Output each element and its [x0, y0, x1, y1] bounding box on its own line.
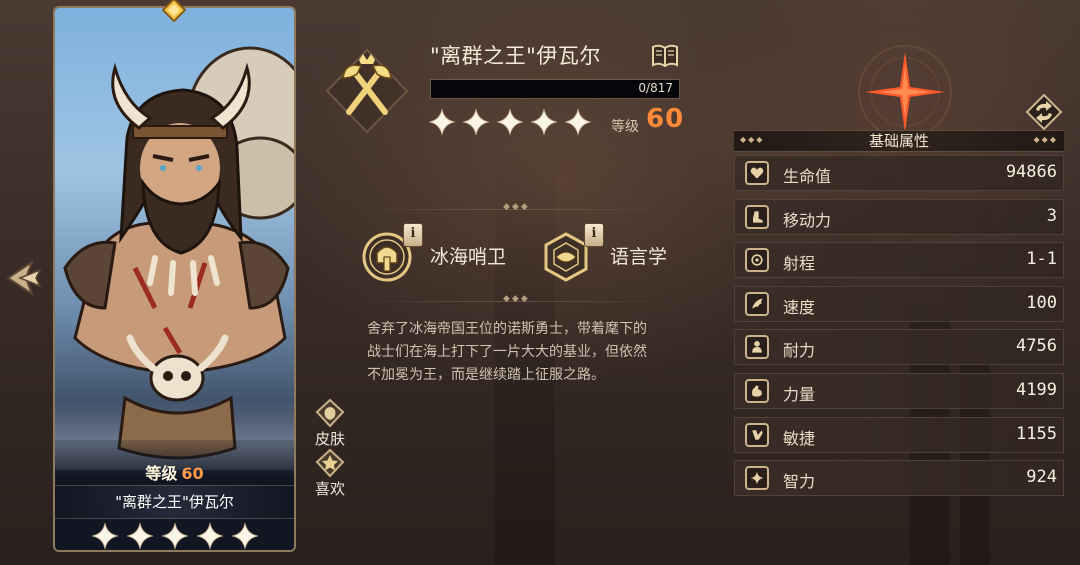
hero-level-value: 60 [646, 104, 685, 134]
experience-text: 0/817 [638, 81, 673, 95]
stat-value: 1-1 [1026, 249, 1057, 270]
wing-icon [745, 291, 769, 316]
stat-row: 力量 4199 [734, 373, 1064, 409]
skill-label: 冰海哨卫 [430, 246, 507, 268]
skin-bag-icon [315, 398, 345, 428]
card-hero-name: "离群之王"伊瓦尔 [55, 485, 294, 519]
stat-label: 移动力 [783, 210, 832, 230]
divider-ornament: ◆◆◆ [503, 202, 530, 212]
stats-header: ◆◆◆ 基础属性 ◆◆◆ [734, 130, 1064, 152]
stats-title: 基础属性 [868, 132, 929, 150]
heart-icon [745, 161, 769, 185]
stat-value: 94866 [1005, 162, 1057, 182]
like-button[interactable]: 喜欢 [310, 448, 350, 499]
stat-value: 100 [1026, 292, 1057, 313]
skill-info-button[interactable]: i [403, 223, 423, 247]
stat-value: 3 [1046, 205, 1057, 226]
stat-label: 敏捷 [783, 428, 816, 448]
star-icon [161, 522, 188, 550]
crossed-axes-icon [325, 48, 409, 134]
stat-value: 4756 [1016, 336, 1057, 357]
stat-label: 耐力 [783, 341, 816, 361]
star-like-icon [315, 448, 345, 478]
hero-title: "离群之王"伊瓦尔 [430, 44, 601, 68]
stat-value: 4199 [1016, 380, 1057, 400]
star-icon [126, 522, 153, 550]
star-icon [530, 108, 558, 136]
hero-stars [428, 108, 592, 136]
arm-icon [745, 379, 769, 403]
star-icon [564, 108, 592, 136]
header-ornament: ◆◆◆ [1033, 135, 1058, 144]
star-icon [496, 108, 524, 136]
hero-description: 舍弃了冰海帝国王位的诺斯勇士，带着麾下的战士们在海上打下了一片大大的基业，但依然… [367, 321, 647, 383]
star-icon [428, 108, 456, 136]
diamond-gem-icon [162, 0, 186, 22]
star-icon [462, 108, 490, 136]
stat-row: 智力 924 [734, 460, 1064, 497]
hero-portrait [63, 46, 294, 460]
stat-label: 速度 [783, 297, 816, 317]
sparkle-icon [745, 466, 769, 491]
previous-hero-arrow-icon[interactable] [6, 258, 42, 298]
target-icon [745, 248, 769, 273]
experience-bar: 0/817 [430, 79, 680, 99]
star-icon [196, 522, 223, 550]
stat-row: 生命值 94866 [734, 155, 1064, 191]
stat-label: 生命值 [783, 167, 832, 186]
skill-info-button[interactable]: i [584, 223, 604, 247]
star-icon [91, 522, 118, 550]
skin-button[interactable]: 皮肤 [310, 398, 350, 449]
hero-card: 等级 60 "离群之王"伊瓦尔 [53, 6, 296, 552]
open-book-icon[interactable] [650, 40, 680, 70]
stat-row: 射程 1-1 [734, 242, 1064, 279]
stat-value: 924 [1026, 467, 1057, 488]
stat-label: 力量 [783, 385, 816, 404]
person-icon [745, 335, 769, 360]
boot-icon [745, 204, 769, 229]
stat-label: 智力 [783, 472, 816, 492]
card-level-label: 等级 [145, 464, 178, 483]
star-icon [231, 522, 258, 550]
card-stars [55, 522, 294, 550]
compass-star-icon [858, 45, 952, 139]
stat-label: 射程 [783, 254, 816, 274]
divider-ornament: ◆◆◆ [503, 294, 530, 304]
skill-label: 语言学 [610, 246, 668, 268]
like-label: 喜欢 [314, 480, 345, 498]
skin-label: 皮肤 [314, 430, 345, 448]
stat-row: 敏捷 1155 [734, 416, 1064, 453]
stat-row: 速度 100 [734, 285, 1064, 322]
card-level-value: 60 [181, 464, 204, 483]
swap-arrows-icon[interactable] [1026, 94, 1062, 130]
stat-value: 1155 [1016, 423, 1057, 444]
hero-level-label: 等级 [611, 119, 639, 135]
stat-row: 移动力 3 [734, 198, 1064, 235]
card-level: 等级 60 [55, 460, 294, 484]
agility-icon [745, 422, 769, 447]
stat-row: 耐力 4756 [734, 329, 1064, 366]
